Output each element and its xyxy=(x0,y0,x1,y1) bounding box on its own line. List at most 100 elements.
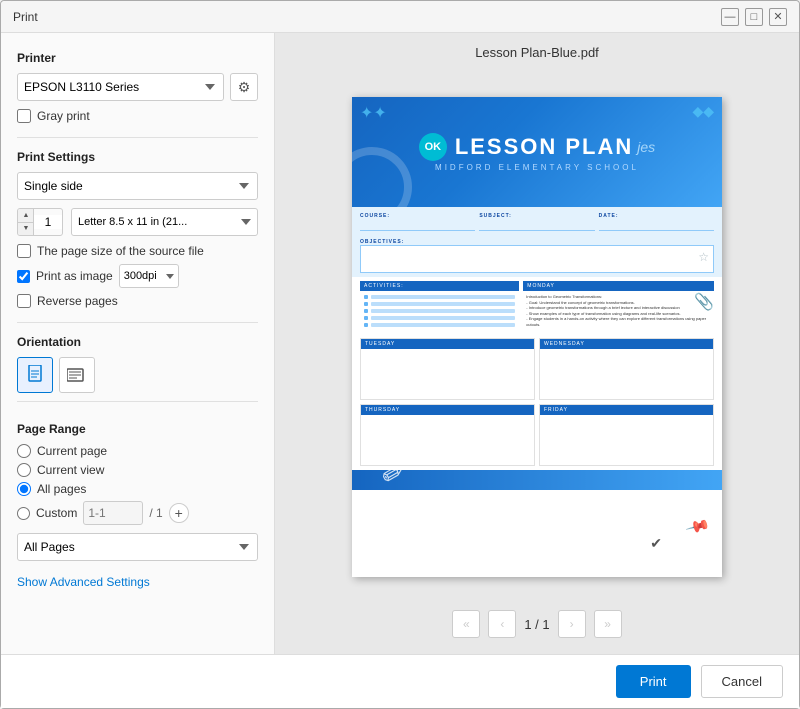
orientation-label: Orientation xyxy=(17,335,258,349)
lp-wednesday-header: WEDNESDAY xyxy=(540,339,713,349)
next-page-button[interactable]: › xyxy=(558,610,586,638)
reverse-pages-label[interactable]: Reverse pages xyxy=(37,294,118,308)
lp-decor-topright: ◆◆ xyxy=(692,103,714,120)
sides-select[interactable]: Single side Both sides xyxy=(17,172,258,200)
print-settings-label: Print Settings xyxy=(17,150,258,164)
copies-down-button[interactable]: ▼ xyxy=(18,223,34,236)
lp-thursday-cell: THURSDAY xyxy=(360,404,535,466)
document-title: Lesson Plan-Blue.pdf xyxy=(475,45,599,60)
landscape-button[interactable] xyxy=(59,357,95,393)
copies-input[interactable] xyxy=(34,215,62,229)
lp-monday-text: Introduction to Geometric Transformation… xyxy=(523,291,714,331)
left-panel: Printer EPSON L3110 Series Microsoft Pri… xyxy=(1,33,275,654)
last-page-button[interactable]: » xyxy=(594,610,622,638)
current-view-row: Current view xyxy=(17,463,258,477)
page-preview: ✦✦ ◆◆ OK LESSON PLAN jes MIDFORD ELEMENT… xyxy=(352,97,722,577)
lp-check-icon: ✔ xyxy=(650,535,662,552)
print-as-image-row: Print as image 150dpi 300dpi 600dpi xyxy=(17,264,258,288)
current-view-label[interactable]: Current view xyxy=(37,463,104,477)
lp-title: LESSON PLAN xyxy=(455,134,633,160)
current-page-label[interactable]: Current page xyxy=(37,444,107,458)
all-pages-label[interactable]: All pages xyxy=(37,482,86,496)
lp-decor-topleft: ✦✦ xyxy=(360,103,387,123)
copies-up-button[interactable]: ▲ xyxy=(18,209,34,223)
page-size-row: The page size of the source file xyxy=(17,244,258,258)
page-info: 1 / 1 xyxy=(524,617,549,632)
custom-radio[interactable] xyxy=(17,507,30,520)
lp-friday-body xyxy=(540,415,713,465)
page-size-checkbox[interactable] xyxy=(17,244,31,258)
custom-label[interactable]: Custom xyxy=(36,506,77,520)
lp-tuesday-header: TUESDAY xyxy=(361,339,534,349)
lp-thursday-header: THURSDAY xyxy=(361,405,534,415)
printer-row: EPSON L3110 Series Microsoft Print to PD… xyxy=(17,73,258,101)
page-size-label[interactable]: The page size of the source file xyxy=(37,244,204,258)
lp-friday-header: FRIDAY xyxy=(540,405,713,415)
printer-settings-button[interactable]: ⚙ xyxy=(230,73,258,101)
prev-page-button[interactable]: ‹ xyxy=(488,610,516,638)
custom-range-input[interactable] xyxy=(83,501,143,525)
current-page-radio[interactable] xyxy=(17,444,31,458)
lp-fields-row: COURSE: SUBJECT: DATE: xyxy=(352,207,722,235)
advanced-settings-link[interactable]: Show Advanced Settings xyxy=(17,575,258,589)
lp-week-grid: TUESDAY WEDNESDAY THURSDAY xyxy=(352,338,722,470)
lp-obj-area: ☆ xyxy=(360,245,714,273)
lp-swash: jes xyxy=(637,139,655,155)
title-bar: Print — □ ✕ xyxy=(1,1,799,33)
lp-tuesday-cell: TUESDAY xyxy=(360,338,535,400)
lp-header-text: OK LESSON PLAN jes MIDFORD ELEMENTARY SC… xyxy=(419,133,655,172)
lp-subject-field: SUBJECT: xyxy=(479,213,594,231)
all-pages-radio[interactable] xyxy=(17,482,31,496)
gray-print-row: Gray print xyxy=(17,109,258,123)
lp-wednesday-body xyxy=(540,349,713,399)
pages-type-select[interactable]: All Pages Odd Pages Even Pages xyxy=(17,533,258,561)
minimize-button[interactable]: — xyxy=(721,8,739,26)
lp-course-field: COURSE: xyxy=(360,213,475,231)
cancel-button[interactable]: Cancel xyxy=(701,665,783,698)
lp-subject-line xyxy=(479,219,594,231)
paper-size-select[interactable]: Letter 8.5 x 11 in (21... A4 8.27 x 11.6… xyxy=(71,208,258,236)
print-button[interactable]: Print xyxy=(616,665,691,698)
lp-act-line-5 xyxy=(364,323,515,327)
lp-act-line-2 xyxy=(364,302,515,306)
lp-act-line-1 xyxy=(364,295,515,299)
window-controls: — □ ✕ xyxy=(721,8,787,26)
gray-print-label[interactable]: Gray print xyxy=(37,109,90,123)
copies-input-wrap: ▲ ▼ xyxy=(17,208,63,236)
maximize-button[interactable]: □ xyxy=(745,8,763,26)
pagination-bar: « ‹ 1 / 1 › » xyxy=(291,602,783,642)
lp-act-line-3 xyxy=(364,309,515,313)
custom-add-button[interactable]: + xyxy=(169,503,189,523)
custom-count: / 1 xyxy=(149,506,162,520)
lp-act-line-4 xyxy=(364,316,515,320)
lp-friday-cell: FRIDAY xyxy=(539,404,714,466)
print-as-image-checkbox[interactable] xyxy=(17,270,30,283)
copies-row: ▲ ▼ Letter 8.5 x 11 in (21... A4 8.27 x … xyxy=(17,208,258,236)
landscape-icon xyxy=(67,367,87,383)
gray-print-checkbox[interactable] xyxy=(17,109,31,123)
printer-section-label: Printer xyxy=(17,51,258,65)
all-pages-row: All pages xyxy=(17,482,258,496)
gear-icon: ⚙ xyxy=(238,79,251,96)
print-as-image-label[interactable]: Print as image xyxy=(36,269,113,283)
close-button[interactable]: ✕ xyxy=(769,8,787,26)
lp-footer: ✏ xyxy=(352,470,722,490)
portrait-button[interactable] xyxy=(17,357,53,393)
lp-arc-decor xyxy=(352,147,412,207)
right-panel: Lesson Plan-Blue.pdf ✦✦ ◆◆ OK LESSO xyxy=(275,33,799,654)
lp-main-grid: ACTIVITIES: MONDAY xyxy=(352,277,722,338)
footer-bar: Print Cancel xyxy=(1,654,799,708)
current-view-radio[interactable] xyxy=(17,463,31,477)
portrait-icon xyxy=(27,365,43,385)
lp-monday-header: MONDAY xyxy=(523,281,714,291)
reverse-pages-row: Reverse pages xyxy=(17,294,258,308)
lp-star-icon: ☆ xyxy=(698,250,709,264)
lp-ok-badge: OK xyxy=(419,133,447,161)
printer-select[interactable]: EPSON L3110 Series Microsoft Print to PD… xyxy=(17,73,224,101)
lesson-plan-preview: ✦✦ ◆◆ OK LESSON PLAN jes MIDFORD ELEMENT… xyxy=(352,97,722,577)
content-area: Printer EPSON L3110 Series Microsoft Pri… xyxy=(1,33,799,654)
page-range-label: Page Range xyxy=(17,422,258,436)
reverse-pages-checkbox[interactable] xyxy=(17,294,31,308)
first-page-button[interactable]: « xyxy=(452,610,480,638)
dpi-select[interactable]: 150dpi 300dpi 600dpi xyxy=(119,264,179,288)
